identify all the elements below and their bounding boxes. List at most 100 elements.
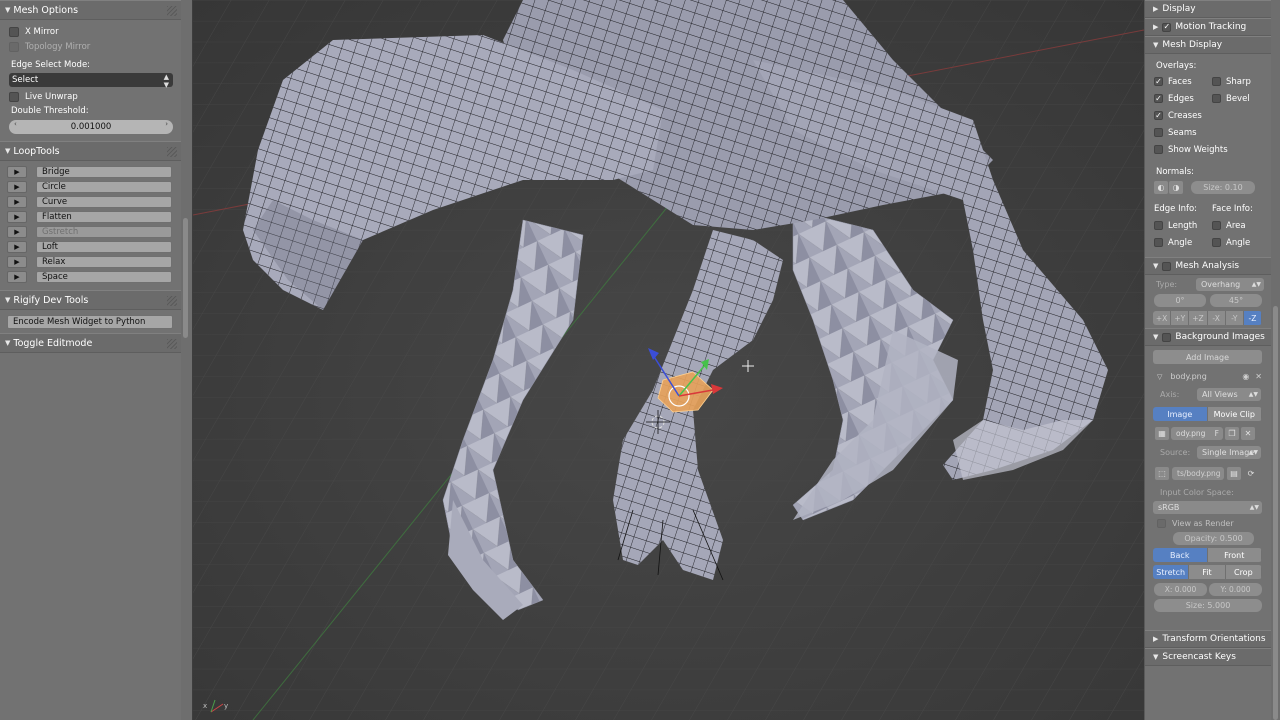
expand-play-icon[interactable]: ▶: [7, 195, 27, 208]
face-angle-checkbox[interactable]: Angle: [1212, 238, 1270, 248]
drag-grip-icon[interactable]: [167, 6, 177, 16]
panel-header-background-images[interactable]: ▼ Background Images: [1145, 328, 1272, 346]
image-browse-icon[interactable]: ▦: [1155, 426, 1169, 440]
fake-user-flag[interactable]: F: [1215, 429, 1219, 438]
drag-grip-icon[interactable]: [167, 296, 177, 306]
opacity-field[interactable]: Opacity: 0.500: [1173, 532, 1254, 545]
axis-dropdown[interactable]: All Views ▲▼: [1197, 388, 1261, 401]
edge-select-mode-dropdown[interactable]: Select ▲ ▼: [9, 73, 173, 89]
add-image-button[interactable]: Add Image: [1153, 350, 1262, 364]
seams-checkbox[interactable]: Seams: [1145, 124, 1272, 141]
properties-scrollbar[interactable]: [1271, 0, 1280, 720]
length-checkbox[interactable]: Length: [1154, 221, 1212, 231]
edges-checkbox[interactable]: ✓ Edges: [1154, 94, 1212, 104]
axis-option[interactable]: +Z: [1189, 311, 1208, 325]
tab-movie-clip[interactable]: Movie Clip: [1207, 407, 1262, 421]
expand-play-icon[interactable]: ▶: [7, 180, 27, 193]
depth-selector[interactable]: Back Front: [1153, 548, 1262, 562]
panel-header-display[interactable]: ▶ Display: [1145, 0, 1272, 18]
panel-header-rigify-dev-tools[interactable]: ▼ Rigify Dev Tools: [0, 290, 181, 310]
scrollbar-thumb[interactable]: [1273, 306, 1278, 720]
looptools-circle-button[interactable]: Circle: [36, 180, 172, 193]
color-space-dropdown[interactable]: sRGB ▲▼: [1153, 501, 1262, 514]
x-mirror-checkbox[interactable]: X Mirror: [0, 24, 181, 39]
expand-play-icon[interactable]: ▶: [7, 210, 27, 223]
analysis-type-dropdown[interactable]: Overhang ▲▼: [1196, 277, 1264, 291]
increment-arrow-icon[interactable]: ›: [165, 120, 168, 128]
vertex-normals-icon[interactable]: ◐: [1154, 181, 1168, 194]
live-unwrap-checkbox[interactable]: Live Unwrap: [0, 89, 181, 104]
unlink-icon[interactable]: ✕: [1241, 426, 1255, 440]
image-file-field[interactable]: ody.png F: [1171, 426, 1223, 440]
topology-mirror-checkbox[interactable]: Topology Mirror: [0, 39, 181, 54]
axis-option[interactable]: +Y: [1171, 311, 1190, 325]
faces-checkbox[interactable]: ✓ Faces: [1154, 77, 1212, 87]
expand-play-icon[interactable]: ▶: [7, 240, 27, 253]
analysis-max-field[interactable]: 45°: [1210, 294, 1262, 307]
filepath-field[interactable]: ts/body.png: [1172, 467, 1224, 480]
creases-checkbox[interactable]: ✓ Creases: [1145, 107, 1272, 124]
double-threshold-field[interactable]: ‹ 0.001000 ›: [9, 120, 173, 134]
face-normals-icon[interactable]: ◑: [1169, 181, 1183, 194]
viewport-canvas[interactable]: x y: [193, 0, 1144, 720]
panel-header-motion-tracking[interactable]: ▶ ✓ Motion Tracking: [1145, 18, 1272, 36]
bevel-checkbox[interactable]: Bevel: [1212, 94, 1270, 104]
collapse-arrow-icon[interactable]: ▽: [1157, 373, 1162, 381]
frame-method-selector[interactable]: Stretch Fit Crop: [1153, 565, 1262, 579]
encode-mesh-widget-button[interactable]: Encode Mesh Widget to Python: [7, 315, 173, 329]
stretch-option[interactable]: Stretch: [1153, 565, 1190, 579]
new-image-icon[interactable]: ❐: [1225, 426, 1239, 440]
checkbox-checked-icon[interactable]: ✓: [1162, 22, 1172, 32]
reload-icon[interactable]: ⟳: [1244, 467, 1258, 480]
pack-icon[interactable]: ⬚: [1155, 467, 1169, 480]
looptools-curve-button[interactable]: Curve: [36, 195, 172, 208]
panel-header-looptools[interactable]: ▼ LoopTools: [0, 141, 181, 161]
x-offset-field[interactable]: X: 0.000: [1154, 583, 1207, 596]
looptools-relax-button[interactable]: Relax: [36, 255, 172, 268]
expand-play-icon[interactable]: ▶: [7, 165, 27, 178]
image-source-tabs[interactable]: Image Movie Clip: [1153, 407, 1262, 421]
panel-header-mesh-display[interactable]: ▼ Mesh Display: [1145, 36, 1272, 54]
eye-icon[interactable]: ◉: [1242, 372, 1249, 381]
checkbox-icon[interactable]: [1162, 332, 1172, 342]
checkbox-icon[interactable]: [1162, 261, 1172, 271]
expand-play-icon[interactable]: ▶: [7, 225, 27, 238]
looptools-bridge-button[interactable]: Bridge: [36, 165, 172, 178]
view-as-render-checkbox[interactable]: View as Render: [1145, 514, 1272, 532]
file-browser-icon[interactable]: ▤: [1227, 467, 1241, 480]
source-dropdown[interactable]: Single Image ▲▼: [1197, 446, 1261, 459]
decrement-arrow-icon[interactable]: ‹: [14, 120, 17, 128]
close-icon[interactable]: ✕: [1255, 372, 1262, 381]
axis-option-selected[interactable]: -Z: [1243, 311, 1262, 325]
drag-grip-icon[interactable]: [167, 147, 177, 157]
panel-header-mesh-options[interactable]: ▼ Mesh Options: [0, 0, 181, 20]
expand-play-icon[interactable]: ▶: [7, 270, 27, 283]
axis-option[interactable]: -Y: [1225, 311, 1244, 325]
3d-viewport[interactable]: x y: [193, 0, 1144, 720]
back-option[interactable]: Back: [1153, 548, 1208, 562]
looptools-loft-button[interactable]: Loft: [36, 240, 172, 253]
fit-option[interactable]: Fit: [1189, 565, 1226, 579]
normals-size-field[interactable]: Size: 0.10: [1191, 181, 1255, 194]
tab-image[interactable]: Image: [1153, 407, 1208, 421]
expand-play-icon[interactable]: ▶: [7, 255, 27, 268]
panel-header-toggle-editmode[interactable]: ▼ Toggle Editmode: [0, 333, 181, 353]
y-offset-field[interactable]: Y: 0.000: [1209, 583, 1262, 596]
panel-header-transform-orientations[interactable]: ▶ Transform Orientations: [1145, 630, 1272, 648]
background-image-item[interactable]: ▽ body.png ◉ ✕: [1145, 368, 1272, 385]
sharp-checkbox[interactable]: Sharp: [1212, 77, 1270, 87]
show-weights-checkbox[interactable]: Show Weights: [1145, 141, 1272, 158]
front-option[interactable]: Front: [1207, 548, 1262, 562]
crop-option[interactable]: Crop: [1225, 565, 1262, 579]
looptools-space-button[interactable]: Space: [36, 270, 172, 283]
size-field[interactable]: Size: 5.000: [1154, 599, 1262, 612]
axis-option[interactable]: +X: [1153, 311, 1172, 325]
panel-header-screencast-keys[interactable]: ▼ Screencast Keys: [1145, 648, 1272, 666]
looptools-flatten-button[interactable]: Flatten: [36, 210, 172, 223]
area-checkbox[interactable]: Area: [1212, 221, 1270, 231]
tool-shelf-scrollbar[interactable]: [181, 0, 192, 720]
looptools-gstretch-button[interactable]: Gstretch: [36, 225, 172, 238]
analysis-min-field[interactable]: 0°: [1154, 294, 1206, 307]
panel-header-mesh-analysis[interactable]: ▼ Mesh Analysis: [1145, 257, 1272, 275]
scrollbar-thumb[interactable]: [183, 218, 188, 338]
